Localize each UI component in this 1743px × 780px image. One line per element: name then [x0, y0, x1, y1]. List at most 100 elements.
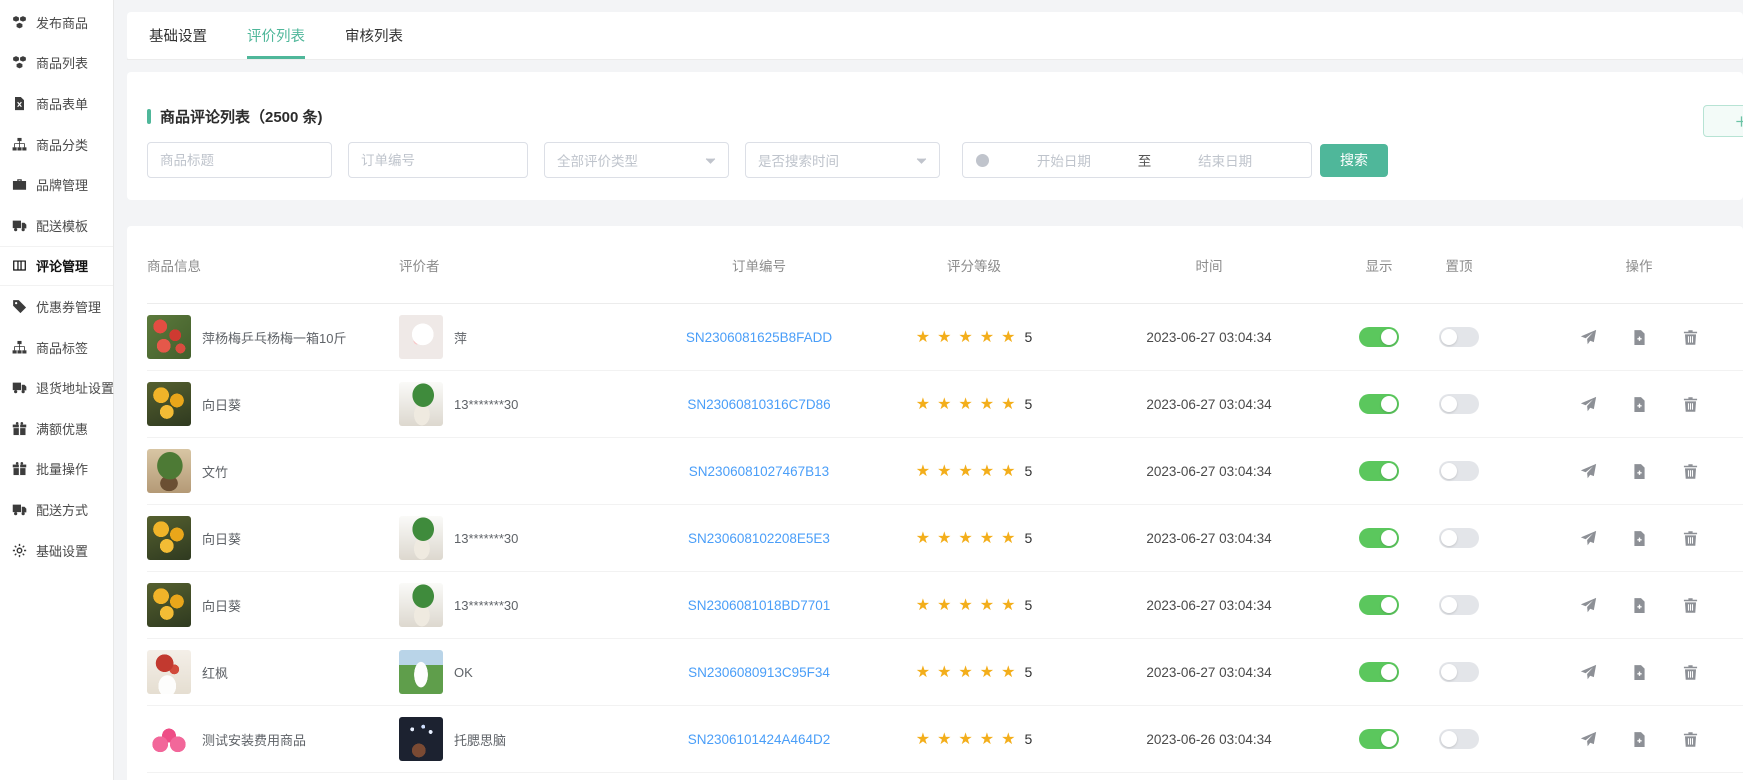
product-title-input[interactable] — [147, 142, 332, 178]
reviewer-avatar — [399, 583, 443, 627]
order-no-input[interactable] — [348, 142, 528, 178]
top-cell — [1419, 394, 1499, 414]
send-icon[interactable] — [1580, 463, 1597, 480]
show-toggle[interactable] — [1359, 327, 1399, 347]
delete-icon[interactable] — [1682, 396, 1699, 413]
product-thumbnail — [147, 717, 191, 761]
star-icon: ★ — [980, 597, 994, 614]
sidebar-item-product-tags[interactable]: 商品标签 — [0, 327, 113, 368]
search-button[interactable]: 搜索 — [1320, 144, 1388, 177]
time-search-select[interactable]: 是否搜索时间 — [745, 142, 940, 178]
sidebar-item-basic-settings[interactable]: 基础设置 — [0, 530, 113, 571]
product-cell: 测试安装费用商品 — [147, 717, 399, 761]
send-icon[interactable] — [1580, 731, 1597, 748]
top-toggle[interactable] — [1439, 528, 1479, 548]
sidebar-item-shipping-template[interactable]: 配送模板 — [0, 205, 113, 246]
end-date-field[interactable]: 结束日期 — [1151, 150, 1299, 170]
reviewer-name: 萍 — [454, 328, 467, 347]
order-number-link[interactable]: SN2306080913C95F34 — [688, 665, 830, 680]
top-toggle[interactable] — [1439, 729, 1479, 749]
toggle-knob — [1381, 530, 1397, 546]
gear-icon — [12, 543, 27, 558]
truck-icon — [12, 380, 27, 395]
rating-value: 5 — [1024, 329, 1032, 345]
sidebar-item-product-form[interactable]: 商品表单 — [0, 83, 113, 124]
file-add-icon[interactable] — [1631, 664, 1648, 681]
tab-audit-list[interactable]: 审核列表 — [345, 12, 403, 59]
top-toggle[interactable] — [1439, 461, 1479, 481]
show-toggle[interactable] — [1359, 461, 1399, 481]
send-icon[interactable] — [1580, 664, 1597, 681]
show-cell — [1339, 461, 1419, 481]
add-button[interactable]: 新 — [1703, 105, 1743, 137]
sitemap-icon — [12, 340, 27, 355]
toggle-knob — [1381, 396, 1397, 412]
review-time: 2023-06-27 03:04:34 — [1146, 665, 1271, 680]
top-toggle[interactable] — [1439, 394, 1479, 414]
rating-value: 5 — [1024, 664, 1032, 680]
sidebar-item-publish-product[interactable]: 发布商品 — [0, 2, 113, 43]
file-add-icon[interactable] — [1631, 530, 1648, 547]
delete-icon[interactable] — [1682, 731, 1699, 748]
show-toggle[interactable] — [1359, 662, 1399, 682]
star-rating: ★★★★★ — [916, 394, 1023, 414]
tabs: 基础设置评价列表审核列表 — [127, 12, 1743, 60]
send-icon[interactable] — [1580, 396, 1597, 413]
sidebar-item-batch-operation[interactable]: 批量操作 — [0, 449, 113, 490]
tab-review-list[interactable]: 评价列表 — [247, 12, 305, 59]
sidebar-item-product-category[interactable]: 商品分类 — [0, 124, 113, 165]
time-cell: 2023-06-27 03:04:34 — [1079, 531, 1339, 546]
show-toggle[interactable] — [1359, 528, 1399, 548]
product-name: 测试安装费用商品 — [202, 730, 306, 749]
sidebar-item-brand-management[interactable]: 品牌管理 — [0, 164, 113, 205]
reviewer-cell: 13*******30 — [399, 516, 649, 560]
tab-basic-settings[interactable]: 基础设置 — [149, 12, 207, 59]
sidebar-item-coupon-management[interactable]: 优惠券管理 — [0, 286, 113, 327]
sidebar-item-return-address-settings[interactable]: 退货地址设置 — [0, 367, 113, 408]
top-toggle[interactable] — [1439, 595, 1479, 615]
file-add-icon[interactable] — [1631, 396, 1648, 413]
order-number-link[interactable]: SN2306081027467B13 — [689, 464, 829, 479]
delete-icon[interactable] — [1682, 463, 1699, 480]
send-icon[interactable] — [1580, 530, 1597, 547]
sidebar-item-product-list[interactable]: 商品列表 — [0, 43, 113, 84]
product-cell: 向日葵 — [147, 516, 399, 560]
file-add-icon[interactable] — [1631, 731, 1648, 748]
reviewer-avatar — [399, 650, 443, 694]
sidebar-item-comment-management[interactable]: 评论管理 — [0, 246, 113, 287]
start-date-field[interactable]: 开始日期 — [990, 150, 1138, 170]
delete-icon[interactable] — [1682, 329, 1699, 346]
star-icon: ★ — [916, 329, 930, 346]
column-header: 订单编号 — [649, 255, 869, 275]
send-icon[interactable] — [1580, 329, 1597, 346]
top-toggle[interactable] — [1439, 327, 1479, 347]
sidebar-item-full-discount[interactable]: 满额优惠 — [0, 408, 113, 449]
review-type-select[interactable]: 全部评价类型 — [544, 142, 729, 178]
delete-icon[interactable] — [1682, 597, 1699, 614]
show-toggle[interactable] — [1359, 394, 1399, 414]
top-toggle[interactable] — [1439, 662, 1479, 682]
order-number-link[interactable]: SN23060810316C7D86 — [687, 397, 830, 412]
file-add-icon[interactable] — [1631, 463, 1648, 480]
briefcase-icon — [12, 177, 27, 192]
sidebar-item-shipping-method[interactable]: 配送方式 — [0, 489, 113, 530]
date-range-picker[interactable]: 开始日期 至 结束日期 — [962, 142, 1312, 178]
send-icon[interactable] — [1580, 597, 1597, 614]
show-toggle[interactable] — [1359, 729, 1399, 749]
order-number-link[interactable]: SN2306081018BD7701 — [688, 598, 831, 613]
actions-cell — [1499, 530, 1743, 547]
star-icon: ★ — [958, 329, 972, 346]
star-icon: ★ — [937, 664, 951, 681]
top-cell — [1419, 528, 1499, 548]
delete-icon[interactable] — [1682, 664, 1699, 681]
order-number-link[interactable]: SN230608102208E5E3 — [688, 531, 830, 546]
table-row: 向日葵 13*******30 SN2306081018BD7701 ★★★★★… — [147, 572, 1743, 639]
file-add-icon[interactable] — [1631, 329, 1648, 346]
actions-cell — [1499, 329, 1743, 346]
order-number-link[interactable]: SN2306101424A464D2 — [688, 732, 831, 747]
order-number-link[interactable]: SN2306081625B8FADD — [686, 330, 832, 345]
reviewer-avatar — [399, 516, 443, 560]
file-add-icon[interactable] — [1631, 597, 1648, 614]
show-toggle[interactable] — [1359, 595, 1399, 615]
delete-icon[interactable] — [1682, 530, 1699, 547]
